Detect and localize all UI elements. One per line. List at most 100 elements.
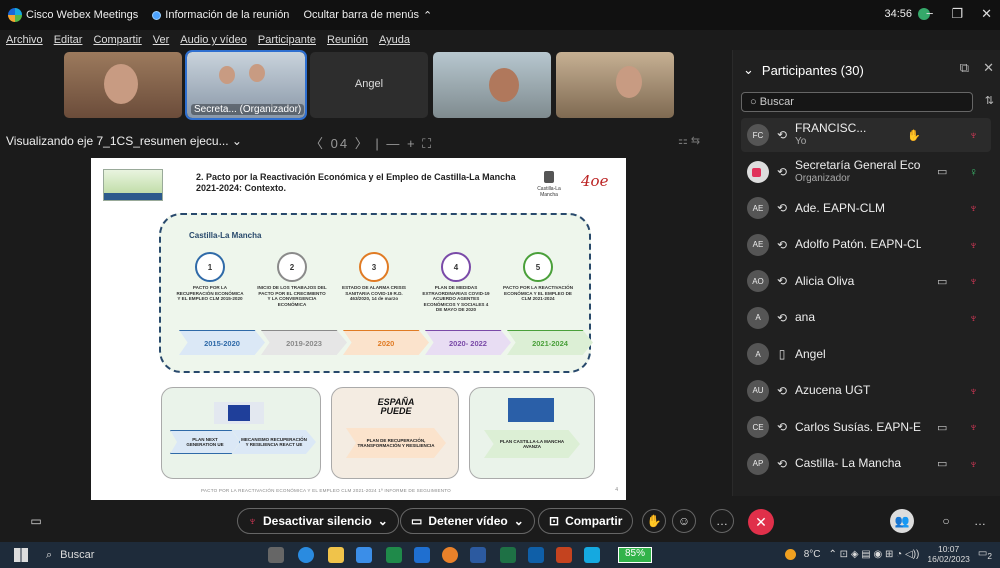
app-icon[interactable] <box>386 547 402 563</box>
video-tile-organizer[interactable]: Secreta... (Organizador) <box>185 50 307 120</box>
mic-muted-icon[interactable]: ♆ <box>969 274 978 288</box>
participant-row[interactable]: FC ⟲ FRANCISC... Yo ✋ ♆ <box>741 118 991 152</box>
app-title: Cisco Webex Meetings <box>26 9 139 21</box>
tray-icons[interactable]: ⌃ ⊡ ◈ ▤ ◉ ⊞ ◔ ◁)) <box>829 549 920 560</box>
participant-row[interactable]: A ▯ Angel <box>741 337 991 371</box>
weather-temp: 8°C <box>803 548 821 560</box>
spain-box: ESPAÑA PUEDE PLAN DE RECUPERACIÓN, TRANS… <box>331 387 459 479</box>
video-tile-1[interactable] <box>64 52 182 118</box>
participant-row[interactable]: AE ⟲ Adolfo Patón. EAPN-CLM ♆ <box>741 228 991 262</box>
timeline-panel: Castilla-La Mancha 1 PACTO POR LA RECUPER… <box>159 213 593 373</box>
battery-app[interactable]: 85% <box>618 547 653 563</box>
excel-icon[interactable] <box>500 547 516 563</box>
stop-video-button[interactable]: ▭ Detener vídeo ⌄ <box>400 508 535 534</box>
chrome-icon[interactable] <box>442 547 458 563</box>
sort-icon[interactable]: ⇅ <box>985 94 994 107</box>
participant-row[interactable]: A ⟲ ana ♆ <box>741 301 991 335</box>
view-options-icon[interactable]: ⚏ ⇆ <box>678 134 700 147</box>
participant-name: Adolfo Patón. EAPN-CLM <box>795 238 921 251</box>
reactions-icon[interactable]: ☺ <box>672 509 696 533</box>
page-navigator[interactable]: 〈 04 〉 | — + ⛶ <box>310 133 433 152</box>
avatar: CE <box>747 416 769 438</box>
audio-connection-icon: ⟲ <box>776 274 788 288</box>
edge-icon[interactable] <box>298 547 314 563</box>
raise-hand-icon[interactable]: ✋ <box>642 509 666 533</box>
menu-archivo[interactable]: Archivo <box>6 34 43 46</box>
zoom-in-button[interactable]: + <box>407 136 417 151</box>
menu-compartir[interactable]: Compartir <box>93 34 141 46</box>
participant-role: Organizador <box>795 172 851 184</box>
chat-icon[interactable]: ▭ <box>24 509 48 533</box>
mail-icon[interactable] <box>356 547 372 563</box>
windows-start-icon[interactable] <box>14 548 28 562</box>
restore-icon[interactable]: ❐ <box>951 6 963 22</box>
mic-muted-icon[interactable]: ♆ <box>969 238 978 252</box>
mic-muted-icon[interactable]: ♆ <box>969 311 978 325</box>
menu-ver[interactable]: Ver <box>153 34 170 46</box>
participant-name: ana <box>795 311 816 324</box>
chat-bubble-icon[interactable]: ○ <box>934 509 958 533</box>
weather-icon[interactable] <box>784 548 796 560</box>
taskview-icon[interactable] <box>268 547 284 563</box>
participant-name: Azucena UGT <box>795 384 871 397</box>
zoom-out-button[interactable]: — <box>386 136 401 151</box>
participant-row[interactable]: ⟲ Secretaría General Eco... Organizador ▭ ♀ <box>741 155 991 189</box>
menu-editar[interactable]: Editar <box>54 34 83 46</box>
participant-name: Angel <box>795 347 826 361</box>
participant-row[interactable]: AE ⟲ Ade. EAPN-CLM ♆ <box>741 191 991 225</box>
viewing-label[interactable]: Visualizando eje 7_1CS_resumen ejecu... … <box>6 134 242 148</box>
meeting-controls: ▭ ♆ Desactivar silencio ⌄ ▭ Detener vídeo ⌄ … <box>0 500 1000 540</box>
video-tile-angel[interactable]: Angel <box>310 52 428 118</box>
menu-participante[interactable]: Participante <box>258 34 316 46</box>
participant-row[interactable]: AO ⟲ Alicia Oliva ▭ ♆ <box>741 264 991 298</box>
share-button[interactable]: ⊡ Compartir <box>538 508 634 534</box>
avatar: AE <box>747 197 769 219</box>
close-panel-icon[interactable]: ✕ <box>983 60 994 76</box>
more-icon[interactable]: … <box>710 509 734 533</box>
close-icon[interactable]: ✕ <box>981 6 992 22</box>
powerpoint-icon[interactable] <box>556 547 572 563</box>
clock[interactable]: 10:07 16/02/2023 <box>927 544 970 564</box>
meeting-info-link[interactable]: Información de la reunión <box>165 9 289 21</box>
more-options-icon[interactable]: … <box>968 509 992 533</box>
avatar: A <box>747 306 769 329</box>
raise-hand-icon[interactable]: ✋ <box>907 129 921 142</box>
video-strip: Secreta... (Organizador) Angel <box>64 50 674 120</box>
hide-menu-bar-link[interactable]: Ocultar barra de menús <box>303 9 419 21</box>
unmute-button[interactable]: ♆ Desactivar silencio ⌄ <box>237 508 399 534</box>
participant-row[interactable]: AP ⟲ Castilla- La Mancha ▭ ♆ <box>741 447 991 481</box>
menu-reunion[interactable]: Reunión <box>327 34 368 46</box>
participant-name-block: Adolfo Patón. EAPN-CLM <box>795 238 921 251</box>
mic-muted-icon[interactable]: ♆ <box>969 457 978 471</box>
participant-video <box>219 66 235 84</box>
video-tile-4[interactable] <box>433 52 551 118</box>
participant-name: Castilla- La Mancha <box>795 457 902 470</box>
webex-icon[interactable] <box>584 547 600 563</box>
popout-icon[interactable]: ⧉ <box>960 60 969 76</box>
video-tile-5[interactable] <box>556 52 674 118</box>
meeting-timer: 34:56 <box>884 8 912 20</box>
mic-muted-icon[interactable]: ♆ <box>969 201 978 215</box>
mic-muted-icon[interactable]: ♆ <box>969 384 978 398</box>
participant-search-input[interactable]: ○ Buscar <box>741 92 973 112</box>
participant-name-block: Alicia Oliva <box>795 275 921 288</box>
minimize-icon[interactable]: − <box>926 6 934 22</box>
participants-icon[interactable]: 👥 <box>890 509 914 533</box>
outlook-icon[interactable] <box>528 547 544 563</box>
word-icon[interactable] <box>470 547 486 563</box>
explorer-icon[interactable] <box>328 547 344 563</box>
mic-on-icon[interactable]: ♀ <box>969 165 978 179</box>
participant-row[interactable]: CE ⟲ Carlos Susías. EAPN-ES ▭ ♆ <box>741 410 991 444</box>
step-text-5: PACTO POR LA REACTIVACIÓN ECONÓMICA Y EL… <box>503 285 574 302</box>
mic-muted-icon[interactable]: ♆ <box>969 128 978 142</box>
avatar: FC <box>747 124 769 146</box>
chevron-down-icon[interactable]: ⌄ <box>743 62 754 78</box>
menu-audio-video[interactable]: Audio y vídeo <box>180 34 247 46</box>
taskbar-search[interactable]: ⌕ Buscar <box>46 545 246 565</box>
notifications-icon[interactable]: ▭2 <box>978 548 992 561</box>
participant-row[interactable]: AU ⟲ Azucena UGT ♆ <box>741 374 991 408</box>
leave-meeting-button[interactable]: ✕ <box>748 509 774 535</box>
mic-muted-icon[interactable]: ♆ <box>969 420 978 434</box>
ie-icon[interactable] <box>414 547 430 563</box>
menu-ayuda[interactable]: Ayuda <box>379 34 410 46</box>
